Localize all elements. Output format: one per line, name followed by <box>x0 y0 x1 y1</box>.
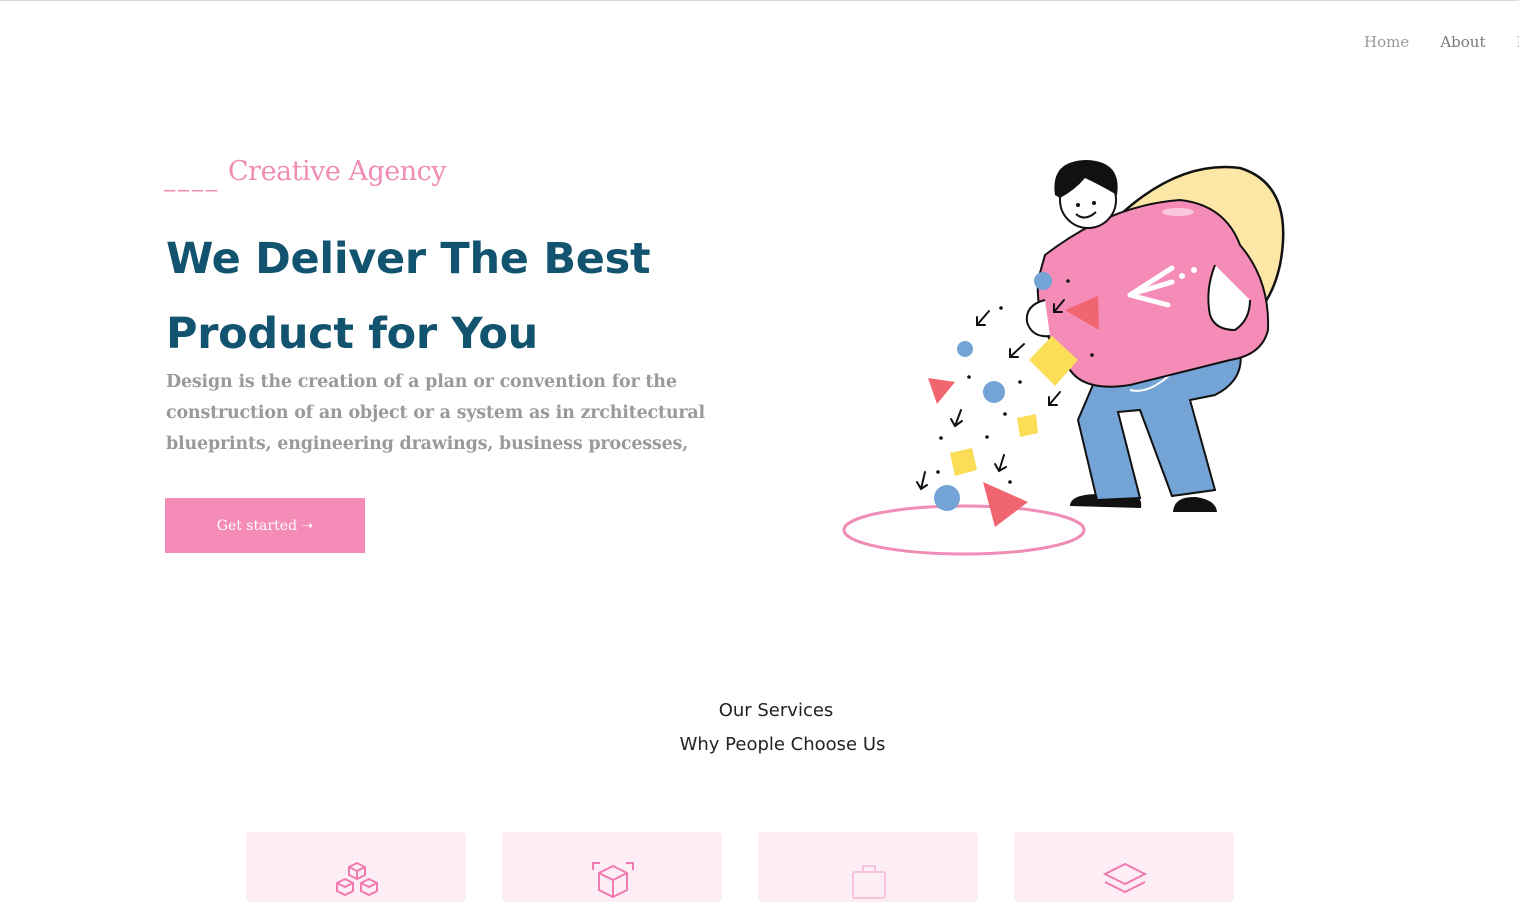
service-card[interactable] <box>246 832 466 902</box>
eyebrow-dash: ____ <box>164 167 220 192</box>
nav-link-home[interactable]: Home <box>1364 33 1409 51</box>
right-shoe <box>1173 496 1217 512</box>
service-card[interactable] <box>758 832 978 902</box>
layers-icon <box>1102 862 1148 894</box>
hoop-ring <box>842 504 1086 556</box>
box-scan-icon <box>592 862 634 899</box>
hero-description: Design is the creation of a plan or conv… <box>166 372 705 454</box>
eyebrow-text: Creative Agency <box>228 156 446 187</box>
service-card[interactable] <box>1014 832 1234 902</box>
headline-line-2: Product for You <box>166 309 538 359</box>
hero-illustration <box>842 160 1285 556</box>
top-divider <box>0 0 1519 1</box>
services-title: Why People Choose Us <box>679 734 886 755</box>
get-started-button[interactable]: Get started ➝ <box>165 498 365 553</box>
hero-eyebrow: ____ Creative Agency <box>164 156 446 192</box>
headline-line-1: We Deliver The Best <box>166 234 651 284</box>
main-nav: Home About P <box>1364 32 1519 52</box>
hero-headline: We Deliver The Best Product for You <box>166 222 786 372</box>
service-card[interactable] <box>502 832 722 902</box>
briefcase-icon <box>852 865 886 899</box>
services-eyebrow: Our Services <box>718 700 834 721</box>
cubes-icon <box>336 861 378 897</box>
nav-link-about[interactable]: About <box>1440 33 1485 51</box>
